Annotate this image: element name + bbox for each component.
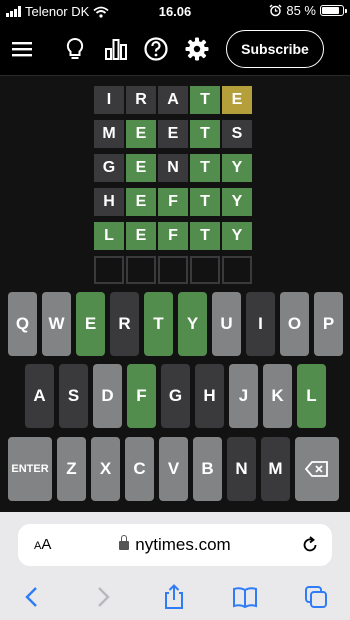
key-f[interactable]: F: [127, 364, 156, 428]
key-t[interactable]: T: [144, 292, 173, 356]
enter-key[interactable]: ENTER: [8, 437, 52, 501]
forward-icon[interactable]: [90, 584, 116, 610]
board-row: [94, 256, 252, 284]
key-e[interactable]: E: [76, 292, 105, 356]
bookmarks-icon[interactable]: [232, 584, 258, 610]
url-text: nytimes.com: [135, 535, 231, 554]
board-tile: T: [190, 188, 220, 216]
reload-icon[interactable]: [300, 535, 320, 555]
key-x[interactable]: X: [91, 437, 120, 501]
key-u[interactable]: U: [212, 292, 241, 356]
board-row: GENTY: [94, 154, 252, 182]
board-tile: Y: [222, 154, 252, 182]
key-m[interactable]: M: [261, 437, 290, 501]
board-tile: H: [94, 188, 124, 216]
key-o[interactable]: O: [280, 292, 309, 356]
key-h[interactable]: H: [195, 364, 224, 428]
board-tile: N: [158, 154, 188, 182]
battery-icon: [320, 5, 347, 16]
board-tile: E: [126, 154, 156, 182]
key-n[interactable]: N: [227, 437, 256, 501]
help-icon[interactable]: [143, 36, 169, 62]
board-tile: [158, 256, 188, 284]
settings-icon[interactable]: [184, 36, 210, 62]
menu-icon[interactable]: [9, 36, 35, 62]
key-i[interactable]: I: [246, 292, 275, 356]
board-tile: F: [158, 222, 188, 250]
tabs-icon[interactable]: [303, 584, 329, 610]
key-v[interactable]: V: [159, 437, 188, 501]
board-tile: Y: [222, 222, 252, 250]
key-d[interactable]: D: [93, 364, 122, 428]
board-tile: T: [190, 222, 220, 250]
address-bar[interactable]: AA nytimes.com: [18, 524, 332, 566]
board-tile: F: [158, 188, 188, 216]
board-tile: E: [126, 120, 156, 148]
board-tile: G: [94, 154, 124, 182]
key-w[interactable]: W: [42, 292, 71, 356]
board-row: MEETS: [94, 120, 252, 148]
board-tile: E: [126, 222, 156, 250]
board-tile: T: [190, 120, 220, 148]
key-y[interactable]: Y: [178, 292, 207, 356]
board-tile: [126, 256, 156, 284]
board-tile: I: [94, 86, 124, 114]
game-board: IRATEMEETSGENTYHEFTYLEFTY: [94, 86, 252, 290]
lock-icon: [119, 535, 130, 550]
board-row: HEFTY: [94, 188, 252, 216]
status-bar: Telenor DK 16.06 85 %: [0, 0, 350, 22]
board-tile: L: [94, 222, 124, 250]
board-row: LEFTY: [94, 222, 252, 250]
game-header: Subscribe: [0, 22, 350, 76]
board-tile: S: [222, 120, 252, 148]
keyboard-row: ASDFGHJKL: [25, 364, 326, 428]
board-tile: E: [126, 188, 156, 216]
board-tile: M: [94, 120, 124, 148]
key-p[interactable]: P: [314, 292, 343, 356]
stats-icon[interactable]: [103, 36, 129, 62]
board-tile: E: [222, 86, 252, 114]
board-tile: [190, 256, 220, 284]
keyboard-row: ENTER Z X C V B N M: [8, 437, 339, 501]
backspace-icon: [305, 461, 328, 477]
subscribe-button[interactable]: Subscribe: [226, 30, 324, 68]
board-tile: [94, 256, 124, 284]
key-r[interactable]: R: [110, 292, 139, 356]
keyboard-row: QWERTYUIOP: [8, 292, 343, 356]
key-g[interactable]: G: [161, 364, 190, 428]
key-q[interactable]: Q: [8, 292, 37, 356]
browser-toolbar: AA nytimes.com: [0, 512, 350, 620]
alarm-icon: [269, 4, 282, 17]
board-tile: T: [190, 154, 220, 182]
key-a[interactable]: A: [25, 364, 54, 428]
board-tile: A: [158, 86, 188, 114]
key-s[interactable]: S: [59, 364, 88, 428]
key-l[interactable]: L: [297, 364, 326, 428]
share-icon[interactable]: [161, 584, 187, 610]
key-k[interactable]: K: [263, 364, 292, 428]
board-tile: [222, 256, 252, 284]
key-j[interactable]: J: [229, 364, 258, 428]
board-tile: Y: [222, 188, 252, 216]
lightbulb-icon[interactable]: [62, 36, 88, 62]
board-tile: E: [158, 120, 188, 148]
board-tile: R: [126, 86, 156, 114]
board-tile: T: [190, 86, 220, 114]
backspace-key[interactable]: [295, 437, 339, 501]
battery-percent: 85 %: [286, 3, 316, 18]
key-z[interactable]: Z: [57, 437, 86, 501]
key-c[interactable]: C: [125, 437, 154, 501]
back-icon[interactable]: [19, 584, 45, 610]
board-row: IRATE: [94, 86, 252, 114]
key-b[interactable]: B: [193, 437, 222, 501]
